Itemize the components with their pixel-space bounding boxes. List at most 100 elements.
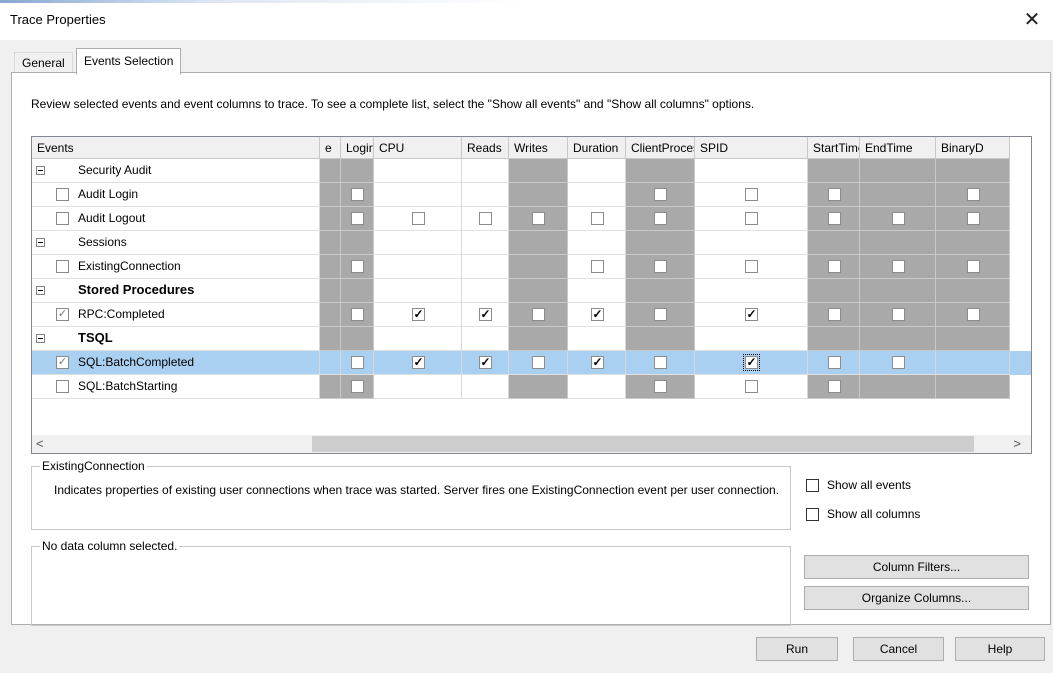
column-checkbox[interactable]	[351, 188, 364, 201]
column-header-binaryd[interactable]: BinaryD	[936, 137, 1010, 159]
column-header-clientprocessid[interactable]: ClientProcessID	[626, 137, 695, 159]
column-header-starttime[interactable]: StartTime	[808, 137, 860, 159]
column-checkbox[interactable]	[532, 356, 545, 369]
column-header-loginname[interactable]: LoginName	[341, 137, 374, 159]
column-checkbox[interactable]: ✓	[479, 308, 492, 321]
column-checkbox[interactable]	[479, 212, 492, 225]
close-icon[interactable]: ✕	[1019, 7, 1045, 33]
event-checkbox[interactable]: ✓	[56, 308, 69, 321]
collapse-icon[interactable]	[36, 286, 45, 295]
column-checkbox[interactable]	[967, 260, 980, 273]
column-checkbox[interactable]	[654, 212, 667, 225]
column-checkbox[interactable]	[591, 260, 604, 273]
column-checkbox[interactable]: ✓	[412, 308, 425, 321]
column-checkbox[interactable]: ✓	[591, 356, 604, 369]
event-name-cell[interactable]: ✓ SQL:BatchCompleted	[32, 351, 320, 375]
event-name-cell[interactable]: Stored Procedures	[32, 279, 320, 303]
column-checkbox[interactable]: ✓	[743, 354, 760, 371]
column-checkbox[interactable]	[828, 380, 841, 393]
event-name-cell[interactable]: SQL:BatchStarting	[32, 375, 320, 399]
column-checkbox[interactable]	[412, 212, 425, 225]
collapse-icon[interactable]	[36, 238, 45, 247]
column-checkbox[interactable]	[892, 308, 905, 321]
run-button[interactable]: Run	[756, 637, 838, 661]
column-checkbox[interactable]	[532, 308, 545, 321]
event-name-cell[interactable]: Audit Logout	[32, 207, 320, 231]
show-all-columns-option[interactable]: Show all columns	[806, 507, 1006, 523]
column-filters-button[interactable]: Column Filters...	[804, 555, 1029, 579]
column-checkbox[interactable]	[532, 212, 545, 225]
scroll-right-icon[interactable]: >	[1013, 436, 1021, 451]
tab-events-selection[interactable]: Events Selection	[76, 48, 182, 75]
column-checkbox[interactable]	[892, 212, 905, 225]
show-all-events-option[interactable]: Show all events	[806, 478, 1006, 494]
column-checkbox[interactable]	[591, 212, 604, 225]
column-checkbox[interactable]	[892, 260, 905, 273]
event-checkbox[interactable]	[56, 188, 69, 201]
column-header-writes[interactable]: Writes	[509, 137, 568, 159]
column-checkbox[interactable]	[745, 212, 758, 225]
event-row[interactable]: SQL:BatchStarting	[32, 375, 1031, 399]
cancel-button[interactable]: Cancel	[853, 637, 944, 661]
column-header-cpu[interactable]: CPU	[374, 137, 462, 159]
column-checkbox[interactable]	[654, 356, 667, 369]
column-checkbox[interactable]	[654, 260, 667, 273]
column-checkbox[interactable]: ✓	[745, 308, 758, 321]
events-column-header[interactable]: Events	[32, 137, 320, 159]
column-checkbox[interactable]	[828, 212, 841, 225]
column-header-spid[interactable]: SPID	[695, 137, 808, 159]
event-row[interactable]: Audit Logout	[32, 207, 1031, 231]
event-name-cell[interactable]: ✓ RPC:Completed	[32, 303, 320, 327]
column-checkbox[interactable]: ✓	[591, 308, 604, 321]
show-all-events-checkbox[interactable]	[806, 479, 819, 492]
event-checkbox[interactable]	[56, 212, 69, 225]
event-row[interactable]: ✓ SQL:BatchCompleted ✓ ✓ ✓ ✓	[32, 351, 1031, 375]
column-header-endtime[interactable]: EndTime	[860, 137, 936, 159]
help-button[interactable]: Help	[955, 637, 1045, 661]
event-checkbox[interactable]	[56, 380, 69, 393]
column-checkbox[interactable]	[654, 188, 667, 201]
column-checkbox[interactable]	[828, 356, 841, 369]
column-checkbox[interactable]	[745, 188, 758, 201]
scroll-left-icon[interactable]: <	[36, 436, 44, 451]
event-name-cell[interactable]: ExistingConnection	[32, 255, 320, 279]
category-row[interactable]: Sessions	[32, 231, 1031, 255]
column-checkbox[interactable]	[745, 260, 758, 273]
column-checkbox[interactable]	[351, 212, 364, 225]
event-checkbox[interactable]: ✓	[56, 356, 69, 369]
column-checkbox[interactable]	[828, 308, 841, 321]
column-checkbox[interactable]	[654, 308, 667, 321]
category-row[interactable]: Security Audit	[32, 159, 1031, 183]
event-row[interactable]: Audit Login	[32, 183, 1031, 207]
tab-general[interactable]: General	[14, 52, 73, 73]
horizontal-scrollbar[interactable]: < >	[32, 435, 1031, 453]
show-all-columns-checkbox[interactable]	[806, 508, 819, 521]
column-checkbox[interactable]	[654, 380, 667, 393]
column-checkbox[interactable]	[828, 260, 841, 273]
column-checkbox[interactable]	[967, 308, 980, 321]
column-header-e[interactable]: e	[320, 137, 341, 159]
category-row[interactable]: Stored Procedures	[32, 279, 1031, 303]
column-header-reads[interactable]: Reads	[462, 137, 509, 159]
column-checkbox[interactable]: ✓	[479, 356, 492, 369]
column-checkbox[interactable]	[828, 188, 841, 201]
event-row[interactable]: ExistingConnection	[32, 255, 1031, 279]
column-checkbox[interactable]	[351, 308, 364, 321]
column-checkbox[interactable]: ✓	[412, 356, 425, 369]
category-row[interactable]: TSQL	[32, 327, 1031, 351]
column-checkbox[interactable]	[967, 188, 980, 201]
scroll-thumb[interactable]	[312, 436, 974, 452]
event-name-cell[interactable]: TSQL	[32, 327, 320, 351]
collapse-icon[interactable]	[36, 334, 45, 343]
column-checkbox[interactable]	[351, 260, 364, 273]
column-checkbox[interactable]	[745, 380, 758, 393]
event-row[interactable]: ✓ RPC:Completed ✓ ✓ ✓ ✓	[32, 303, 1031, 327]
organize-columns-button[interactable]: Organize Columns...	[804, 586, 1029, 610]
collapse-icon[interactable]	[36, 166, 45, 175]
event-name-cell[interactable]: Sessions	[32, 231, 320, 255]
event-checkbox[interactable]	[56, 260, 69, 273]
column-checkbox[interactable]	[351, 356, 364, 369]
column-header-duration[interactable]: Duration	[568, 137, 626, 159]
event-name-cell[interactable]: Audit Login	[32, 183, 320, 207]
event-name-cell[interactable]: Security Audit	[32, 159, 320, 183]
